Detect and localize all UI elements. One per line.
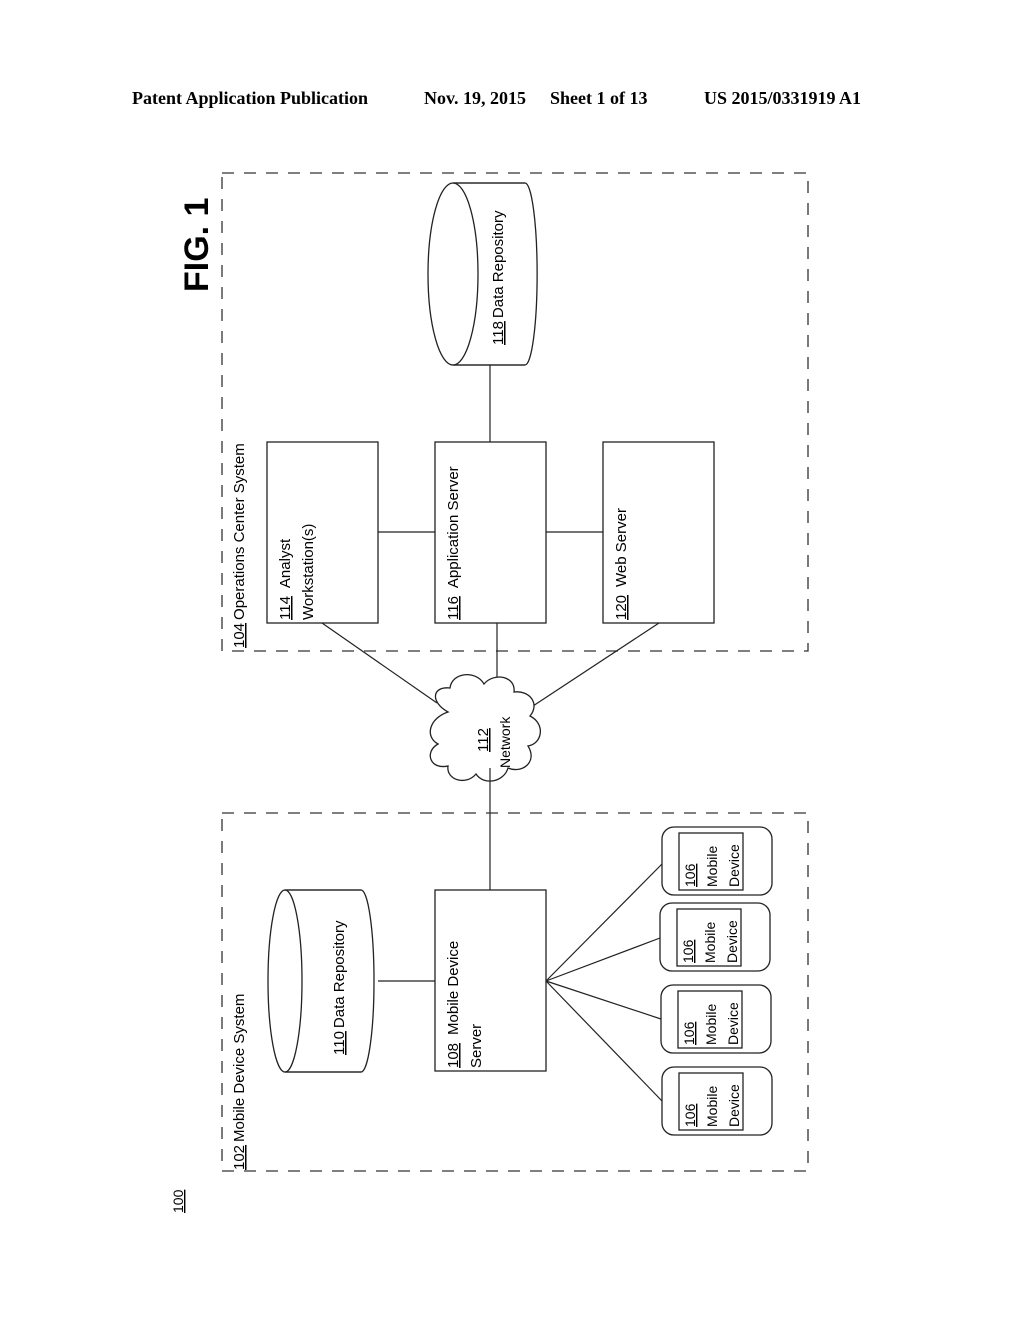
application-server-box: 116 Application Server [434,441,547,624]
mobile-device-server-line2: Server [468,1024,485,1068]
svg-text:106: 106 [681,1021,697,1045]
svg-text:Mobile: Mobile [704,1086,720,1127]
svg-text:Mobile: Mobile [702,922,718,963]
network-cloud: 112 Network [429,674,541,782]
svg-text:104Operations Center System: 104 Operations Center System [231,443,248,648]
application-server-label: Application Server [445,466,462,588]
figure-title: FIG. 1 [178,198,216,292]
analyst-workstation-line1: Analyst [277,538,294,588]
svg-text:Device: Device [726,844,742,887]
mobile-device-server-line1: Mobile Device [445,941,462,1035]
connector-mobileserver-device-2 [545,937,661,982]
data-repository-118: 118 Data Repository [427,182,538,366]
svg-text:114Analyst: 114 Analyst [277,538,294,620]
operations-center-ref: 104 [231,623,248,648]
data-repository-110: 110 Data Repository [267,889,375,1073]
svg-text:106: 106 [680,939,696,963]
svg-text:118Data Repository: 118 Data Repository [490,210,507,345]
connector-mobileserver-device-1 [545,863,663,982]
svg-text:Device: Device [725,1002,741,1045]
analyst-workstation-box: 114 Analyst Workstation(s) [266,441,379,624]
mobile-device-2: 106 Mobile Device [659,902,771,972]
web-server-label: Web Server [613,508,630,587]
svg-text:106: 106 [682,1103,698,1127]
data-repository-110-label: Data Repository [331,920,348,1028]
figure-diagram: FIG. 1 100 104 Operations Center System 1… [170,172,809,1213]
svg-text:106: 106 [682,863,698,887]
mobile-system-ref: 102 [231,1145,248,1170]
analyst-workstation-ref: 114 [277,596,294,620]
svg-text:102Mobile Device System: 102 Mobile Device System [231,994,248,1170]
operations-center-name: Operations Center System [231,443,248,620]
data-repository-118-label: Data Repository [490,210,507,318]
operations-center-label: 104 Operations Center System [231,443,248,648]
data-repository-118-ref: 118 [490,321,507,345]
analyst-workstation-line2: Workstation(s) [300,524,317,620]
mobile-system-name: Mobile Device System [231,994,248,1142]
svg-text:116Application Server: 116 Application Server [445,466,462,620]
svg-text:Mobile: Mobile [704,846,720,887]
svg-text:Device: Device [726,1084,742,1127]
svg-text:Mobile: Mobile [703,1004,719,1045]
mobile-device-4: 106 Mobile Device [661,1066,773,1136]
svg-text:Device: Device [724,920,740,963]
mobile-system-label: 102 Mobile Device System [231,994,248,1170]
web-server-box: 120 Web Server [602,441,715,624]
connector-webserver-network [532,622,660,707]
svg-text:110Data Repository: 110 Data Repository [331,920,348,1055]
svg-text:108Mobile Device: 108 Mobile Device [445,941,462,1068]
svg-text:120Web Server: 120 Web Server [613,508,630,620]
mobile-device-server-ref: 108 [445,1043,462,1068]
mobile-device-server-box: 108 Mobile Device Server [434,889,547,1072]
mobile-device-3: 106 Mobile Device [660,984,772,1054]
application-server-ref: 116 [445,596,462,620]
web-server-ref: 120 [613,595,630,620]
network-ref: 112 [475,728,492,752]
connector-mobileserver-device-4 [545,980,663,1102]
network-label: Network [497,716,513,768]
figure-ref: 100 [170,1189,186,1213]
mobile-device-1: 106 Mobile Device [661,826,773,896]
connector-analyst-network [321,622,438,704]
data-repository-110-ref: 110 [331,1031,348,1055]
connector-mobileserver-device-3 [545,980,662,1020]
